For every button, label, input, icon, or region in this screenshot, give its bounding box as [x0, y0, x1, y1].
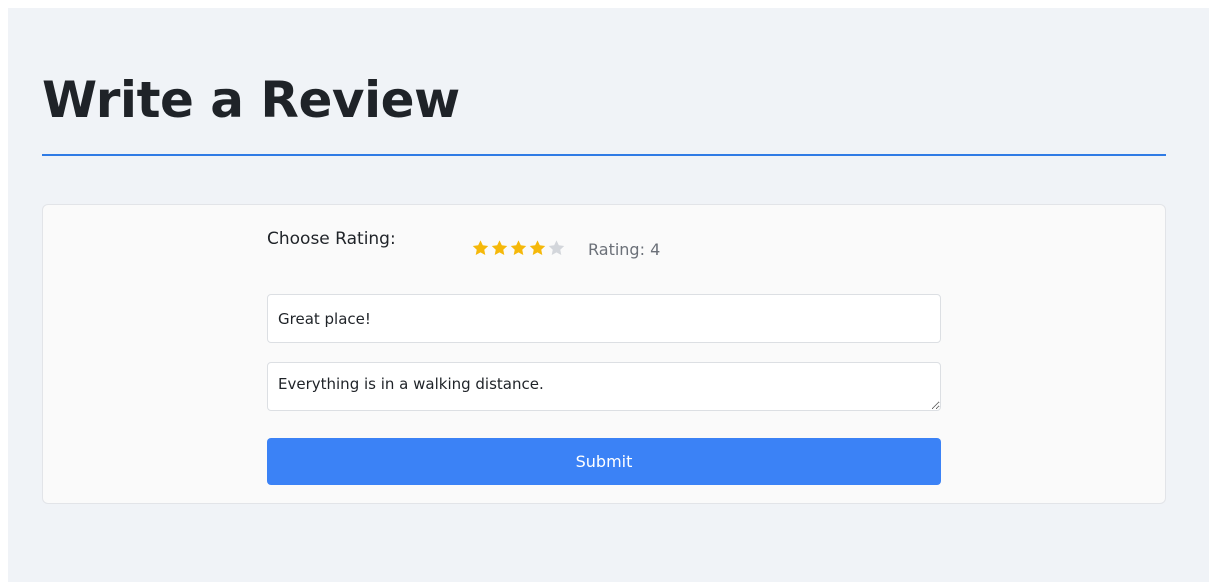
star-icon[interactable] [471, 239, 490, 257]
star-icon[interactable] [490, 239, 509, 257]
submit-button[interactable]: Submit [267, 438, 941, 485]
star-icon[interactable] [528, 239, 547, 257]
star-icon[interactable] [547, 239, 566, 257]
rating-value-text: Rating: 4 [588, 240, 661, 259]
review-title-input[interactable] [267, 294, 941, 343]
star-icon[interactable] [509, 239, 528, 257]
page-background: Write a Review Choose Rating: Rating: 4 … [8, 8, 1209, 582]
page-title: Write a Review [42, 71, 460, 129]
rating-label: Choose Rating: [267, 229, 396, 249]
review-form: Choose Rating: Rating: 4 Everything is i… [42, 204, 1166, 504]
star-rating[interactable] [471, 239, 566, 257]
title-divider [42, 154, 1166, 156]
review-body-textarea[interactable]: Everything is in a walking distance. [267, 362, 941, 411]
